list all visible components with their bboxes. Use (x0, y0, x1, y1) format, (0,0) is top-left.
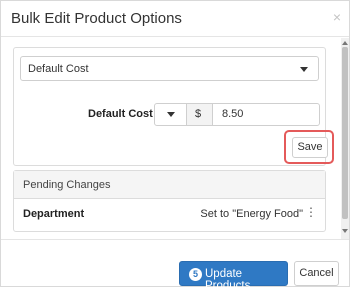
currency-symbol: $ (195, 108, 202, 120)
scroll-up-icon[interactable] (342, 41, 348, 45)
cancel-button[interactable]: Cancel (294, 261, 339, 286)
modal-body: Default Cost Default Cost $ 8.50 Save Pe… (1, 38, 341, 239)
update-count-badge: 5 (189, 268, 202, 281)
default-cost-label: Default Cost (88, 108, 153, 120)
save-highlight-box: Save (284, 130, 334, 164)
chevron-down-icon (167, 112, 175, 117)
update-products-label: Update Products (205, 268, 251, 287)
default-cost-value: 8.50 (222, 108, 244, 120)
field-select[interactable]: Default Cost (20, 56, 319, 81)
update-products-button[interactable]: 5 Update Products (179, 261, 288, 287)
pending-change-label: Department (23, 208, 85, 220)
scrollbar[interactable] (341, 38, 349, 239)
field-select-value: Default Cost (28, 63, 89, 75)
default-cost-input-group: $ 8.50 (154, 103, 320, 126)
default-cost-input[interactable]: 8.50 (213, 104, 319, 125)
edit-field-card: Default Cost Default Cost $ 8.50 Save (13, 47, 334, 166)
chevron-down-icon (300, 67, 308, 72)
bulk-edit-modal: Bulk Edit Product Options × Default Cost… (0, 0, 350, 287)
scroll-down-icon[interactable] (342, 229, 348, 233)
pending-change-value: Set to "Energy Food" (200, 208, 303, 220)
pending-changes-card: Pending Changes Department Set to "Energ… (13, 170, 326, 232)
pending-change-row: Department Set to "Energy Food" ⋮ (14, 200, 325, 231)
more-options-icon[interactable]: ⋮ (305, 205, 317, 223)
cost-mode-dropdown[interactable] (155, 104, 187, 125)
currency-addon: $ (187, 104, 213, 125)
close-icon[interactable]: × (333, 9, 341, 25)
modal-title: Bulk Edit Product Options (11, 10, 182, 27)
scroll-thumb[interactable] (342, 47, 348, 219)
modal-footer: 5 Update Products Cancel (1, 239, 349, 287)
pending-changes-header: Pending Changes (14, 171, 325, 199)
save-button[interactable]: Save (292, 137, 328, 158)
modal-header: Bulk Edit Product Options × (1, 1, 349, 37)
pending-changes-heading: Pending Changes (23, 179, 111, 191)
